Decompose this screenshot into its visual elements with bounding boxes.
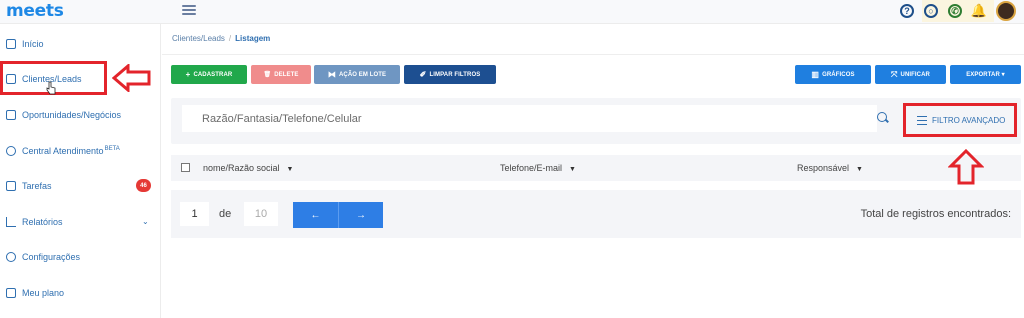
limpar-filtros-button[interactable]: ✐ LIMPAR FILTROS [404,65,496,84]
sidebar-item-oportunidades[interactable]: Oportunidades/Negócios [0,103,161,127]
sidebar-item-label: Oportunidades/Negócios [22,110,122,120]
search-panel: FILTRO AVANÇADO [171,98,1021,144]
chat-icon[interactable]: ○ [924,4,938,18]
delete-label: DELETE [274,71,299,78]
divider [162,54,1024,55]
annotation-box-filtro [903,103,1017,137]
sidebar-item-label: Relatórios [22,217,63,227]
acao-em-lote-button[interactable]: ⧓ AÇÃO EM LOTE [314,65,400,84]
gear-icon [6,252,16,262]
help-icon[interactable]: ? [900,4,914,18]
sort-caret-icon: ▼ [286,166,294,173]
search-input[interactable] [182,105,877,132]
breadcrumb-parent[interactable]: Clientes/Leads [172,34,225,43]
sidebar-item-label: Início [22,39,44,49]
limpar-filtros-label: LIMPAR FILTROS [429,71,481,78]
top-bar: meets ? ○ ✆ 🔔 [0,0,1024,24]
graficos-label: GRÁFICOS [822,71,855,78]
top-icons: ? ○ ✆ 🔔 [900,1,1016,21]
breadcrumb: Clientes/Leads / Listagem [172,34,270,43]
menu-toggle-icon[interactable] [182,3,196,17]
shuffle-icon: ⤧ [891,69,898,79]
calendar-icon [6,181,16,191]
prev-page-button[interactable]: ← [293,202,338,228]
sidebar-item-label: Meu plano [22,288,65,298]
app-logo[interactable]: meets [6,1,64,21]
column-header-responsavel[interactable]: Responsável ▼ [797,163,863,173]
sidebar-item-relatorios[interactable]: Relatórios ⌄ [0,210,161,234]
beta-tag: BETA [104,146,120,152]
sidebar-item-configuracoes[interactable]: Configurações [0,245,161,269]
sort-caret-icon: ▼ [856,166,863,173]
exportar-dropdown[interactable]: EXPORTAR ▾ [950,65,1021,84]
pagination: 1 de 10 ← → Total de registros encontrad… [171,190,1021,238]
arrow-right-icon: → [356,209,366,221]
main-content: Clientes/Leads / Listagem + CADASTRAR 🗑 DELE… [162,24,1024,318]
breadcrumb-current: Listagem [235,34,271,43]
search-icon[interactable] [877,112,887,122]
cadastrar-button[interactable]: + CADASTRAR [171,65,247,84]
hand-cursor-icon [46,81,56,95]
sidebar-item-tarefas[interactable]: Tarefas 46 [0,174,161,198]
breadcrumb-separator: / [228,34,232,43]
sidebar-item-label: Configurações [22,252,81,262]
avatar[interactable] [996,1,1016,21]
sidebar-item-label: Central AtendimentoBETA [22,146,120,156]
card-icon [6,288,16,298]
unificar-label: UNIFICAR [900,71,930,78]
sort-caret-icon: ▼ [569,166,576,173]
total-records-label: Total de registros encontrados: [860,208,1011,220]
eraser-icon: ✐ [419,69,427,79]
sidebar-item-central-atendimento[interactable]: Central AtendimentoBETA [0,139,161,163]
next-page-button[interactable]: → [338,202,383,228]
graficos-button[interactable]: ▥ GRÁFICOS [795,65,871,84]
batch-icon: ⧓ [327,69,336,79]
briefcase-icon [6,110,16,120]
headset-icon [6,146,16,156]
exportar-label: EXPORTAR ▾ [966,72,1005,78]
app-window: meets ? ○ ✆ 🔔 Início Clientes/Leads Opor… [0,0,1024,318]
table-header: nome/Razão social ▼ Telefone/E-mail ▼ Resp… [171,155,1021,181]
arrow-left-icon: ← [310,209,321,221]
tarefas-count-badge: 46 [136,179,151,192]
delete-button[interactable]: 🗑 DELETE [251,65,311,84]
plus-icon: + [185,69,191,79]
column-header-nome[interactable]: nome/Razão social ▼ [203,163,293,173]
column-header-telefone[interactable]: Telefone/E-mail ▼ [500,163,576,173]
bar-chart-icon [6,217,16,227]
pagination-de-label: de [219,208,232,220]
sidebar-item-inicio[interactable]: Início [0,32,161,56]
sidebar-item-meu-plano[interactable]: Meu plano [0,281,161,305]
total-pages: 10 [244,202,278,226]
bell-icon[interactable]: 🔔 [971,3,987,18]
select-all-checkbox[interactable] [181,163,190,172]
home-icon [6,39,16,49]
sidebar-item-label: Tarefas [22,181,52,191]
chevron-down-icon: ⌄ [142,217,149,226]
acao-em-lote-label: AÇÃO EM LOTE [338,71,387,78]
trash-icon: 🗑 [263,71,272,78]
cadastrar-label: CADASTRAR [193,71,233,78]
unificar-button[interactable]: ⤧ UNIFICAR [875,65,946,84]
current-page-input[interactable]: 1 [180,202,209,226]
chart-icon: ▥ [811,69,820,79]
annotation-arrow-up-icon [948,149,984,185]
annotation-arrow-left-icon [112,64,151,92]
whatsapp-icon[interactable]: ✆ [948,4,962,18]
